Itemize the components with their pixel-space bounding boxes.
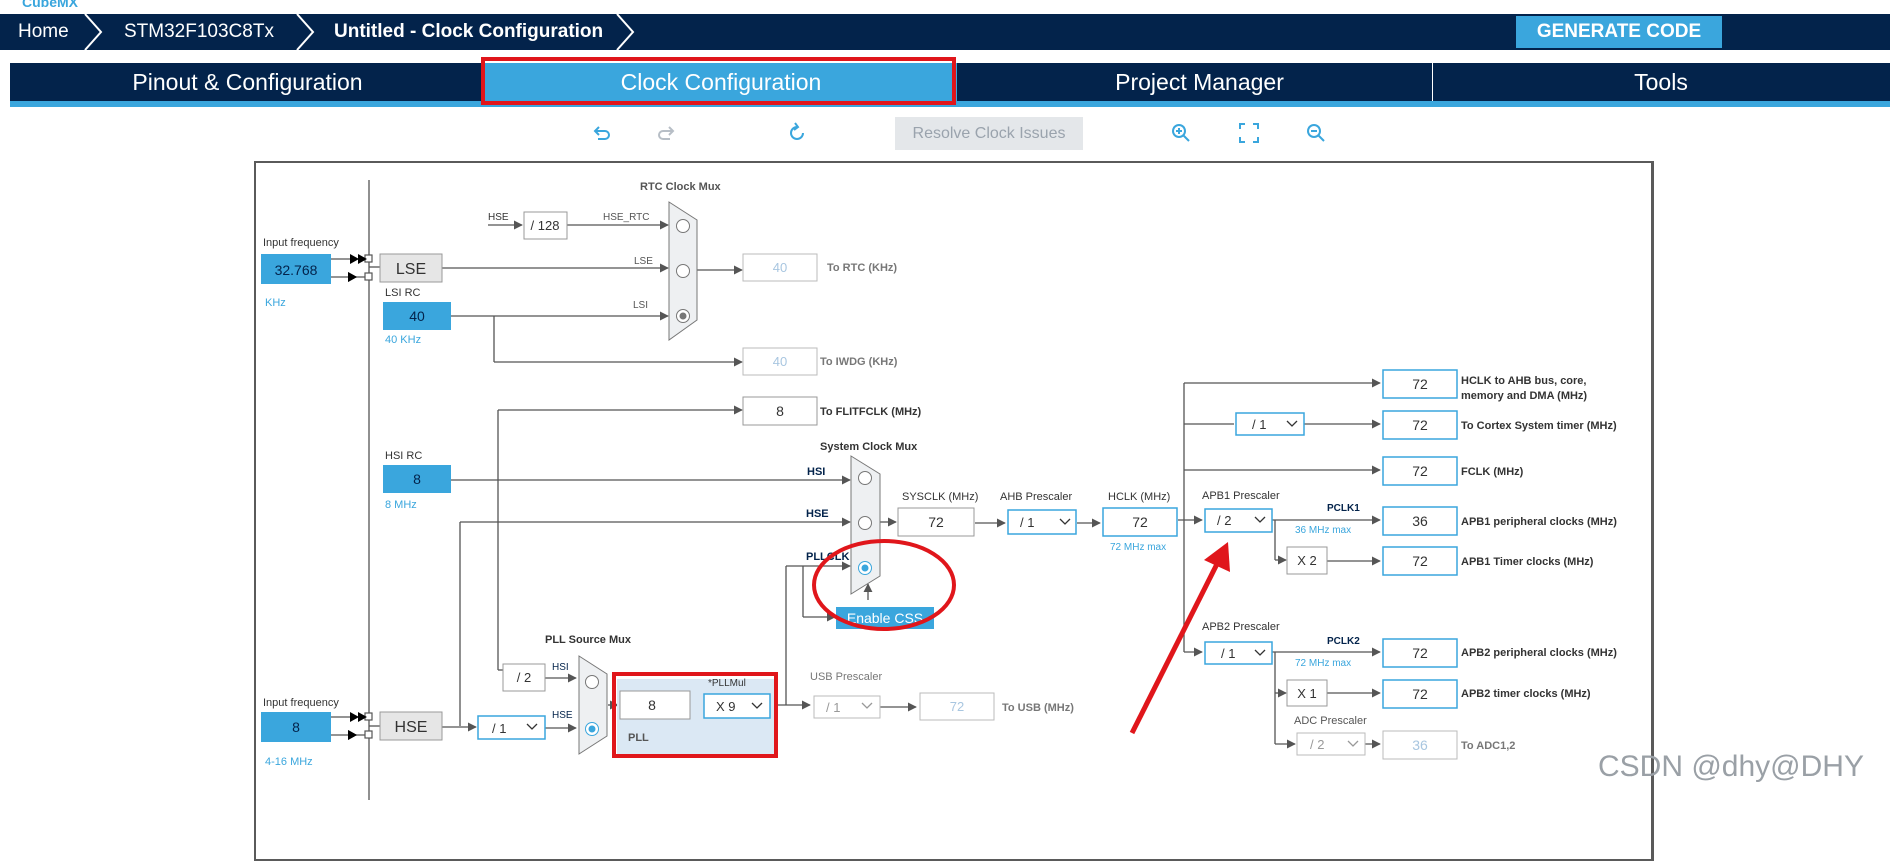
lse-unit: KHz [265, 297, 286, 309]
pclk1-max-label: 36 MHz max [1295, 525, 1351, 536]
to-rtc-label: To RTC (KHz) [827, 262, 897, 274]
hse-small-label: HSE [488, 212, 509, 223]
lse-small-label: LSE [634, 256, 653, 267]
clock-tree-diagram: Input frequency 32.768 KHz LSE LSI RC 40… [261, 180, 1617, 800]
sysclk-value[interactable]: 72 [928, 514, 944, 530]
watermark: CSDN @dhy@DHY [1598, 750, 1864, 783]
to-iwdg-label: To IWDG (KHz) [820, 356, 898, 368]
cortex-prescaler-value[interactable]: / 1 [1252, 417, 1266, 432]
hclk-ahb-output-label: HCLK to AHB bus, core, [1461, 375, 1587, 387]
pclk1-label: PCLK1 [1327, 503, 1360, 514]
usb-prescaler-label: USB Prescaler [810, 671, 882, 683]
usb-output-value: 72 [950, 699, 964, 714]
apb2-prescaler-value[interactable]: / 1 [1221, 646, 1235, 661]
adc-prescaler-value[interactable]: / 2 [1310, 737, 1324, 752]
hse-input-unit: 4-16 MHz [265, 756, 313, 768]
usb-prescaler-value[interactable]: / 1 [826, 700, 840, 715]
apb2-timer-output-value: 72 [1412, 686, 1428, 702]
adc-prescaler-label: ADC Prescaler [1294, 715, 1367, 727]
apb2-prescaler-label: APB2 Prescaler [1202, 621, 1280, 633]
fclk-output-value: 72 [1412, 463, 1428, 479]
sysclk-label: SYSCLK (MHz) [902, 491, 978, 503]
apb1-timer-multiplier: X 2 [1297, 553, 1317, 568]
pll-src-hsi-label: HSI [552, 662, 569, 673]
pclk2-max-label: 72 MHz max [1295, 658, 1351, 669]
apb2-peripheral-output-value: 72 [1412, 645, 1428, 661]
apb2-timer-output-label: APB2 timer clocks (MHz) [1461, 688, 1591, 700]
apb1-peripheral-output-value: 36 [1412, 513, 1428, 529]
hsi-mux-label: HSI [807, 466, 825, 478]
pll-input-value: 8 [648, 697, 656, 713]
to-flitfclk-label: To FLITFCLK (MHz) [820, 406, 922, 418]
pll-label: PLL [628, 732, 649, 744]
pll-mul-value[interactable]: X 9 [716, 699, 736, 714]
hclk-max-label: 72 MHz max [1110, 542, 1166, 553]
pll-src-hse-label: HSE [552, 710, 573, 721]
hclk-label: HCLK (MHz) [1108, 491, 1170, 503]
iwdg-output-value: 40 [773, 354, 787, 369]
fclk-output-label: FCLK (MHz) [1461, 466, 1524, 478]
pclk2-label: PCLK2 [1327, 636, 1360, 647]
pll-mul-label: *PLLMul [708, 678, 746, 689]
apb1-prescaler-label: APB1 Prescaler [1202, 490, 1280, 502]
hsi-div2-value: / 2 [517, 670, 531, 685]
apb1-timer-output-label: APB1 Timer clocks (MHz) [1461, 556, 1594, 568]
hse-mux-label: HSE [806, 508, 829, 520]
cortex-timer-output-value: 72 [1412, 417, 1428, 433]
lsi-small-label: LSI [633, 300, 648, 311]
hse-input-value[interactable]: 8 [292, 719, 300, 735]
div128-label[interactable]: / 128 [531, 218, 560, 233]
apb2-peripheral-output-label: APB2 peripheral clocks (MHz) [1461, 647, 1617, 659]
adc-output-label: To ADC1,2 [1461, 740, 1515, 752]
apb1-prescaler-value[interactable]: / 2 [1217, 513, 1231, 528]
lse-label: LSE [396, 261, 426, 278]
adc-output-value: 36 [1412, 737, 1428, 753]
rtc-output-value: 40 [773, 260, 787, 275]
flitfclk-value: 8 [776, 403, 784, 419]
apb1-peripheral-output-label: APB1 peripheral clocks (MHz) [1461, 516, 1617, 528]
lse-input-value[interactable]: 32.768 [275, 262, 318, 278]
apb1-timer-output-value: 72 [1412, 553, 1428, 569]
to-usb-label: To USB (MHz) [1002, 702, 1074, 714]
hclk-ahb-output-value: 72 [1412, 376, 1428, 392]
hse-label: HSE [395, 719, 428, 736]
hse-rtc-label: HSE_RTC [603, 212, 650, 223]
system-clock-mux-title: System Clock Mux [820, 441, 918, 453]
hsi-rc-label: HSI RC [385, 450, 422, 462]
hclk-value[interactable]: 72 [1132, 514, 1148, 530]
cortex-timer-output-label: To Cortex System timer (MHz) [1461, 420, 1617, 432]
pll-source-mux-title: PLL Source Mux [545, 634, 632, 646]
ahb-prescaler-value[interactable]: / 1 [1020, 515, 1034, 530]
hse-prediv-value[interactable]: / 1 [492, 721, 506, 736]
lsi-value: 40 [409, 308, 425, 324]
hsi-value: 8 [413, 471, 421, 487]
ahb-prescaler-label: AHB Prescaler [1000, 491, 1072, 503]
lsi-unit: 40 KHz [385, 334, 421, 346]
rtc-mux-title: RTC Clock Mux [640, 181, 722, 193]
hsi-unit: 8 MHz [385, 499, 417, 511]
lsi-rc-label: LSI RC [385, 287, 421, 299]
hclk-ahb-output-label-2: memory and DMA (MHz) [1461, 390, 1587, 402]
hse-input-frequency-label: Input frequency [263, 697, 339, 709]
lse-input-frequency-label: Input frequency [263, 237, 339, 249]
apb2-timer-multiplier: X 1 [1297, 686, 1317, 701]
